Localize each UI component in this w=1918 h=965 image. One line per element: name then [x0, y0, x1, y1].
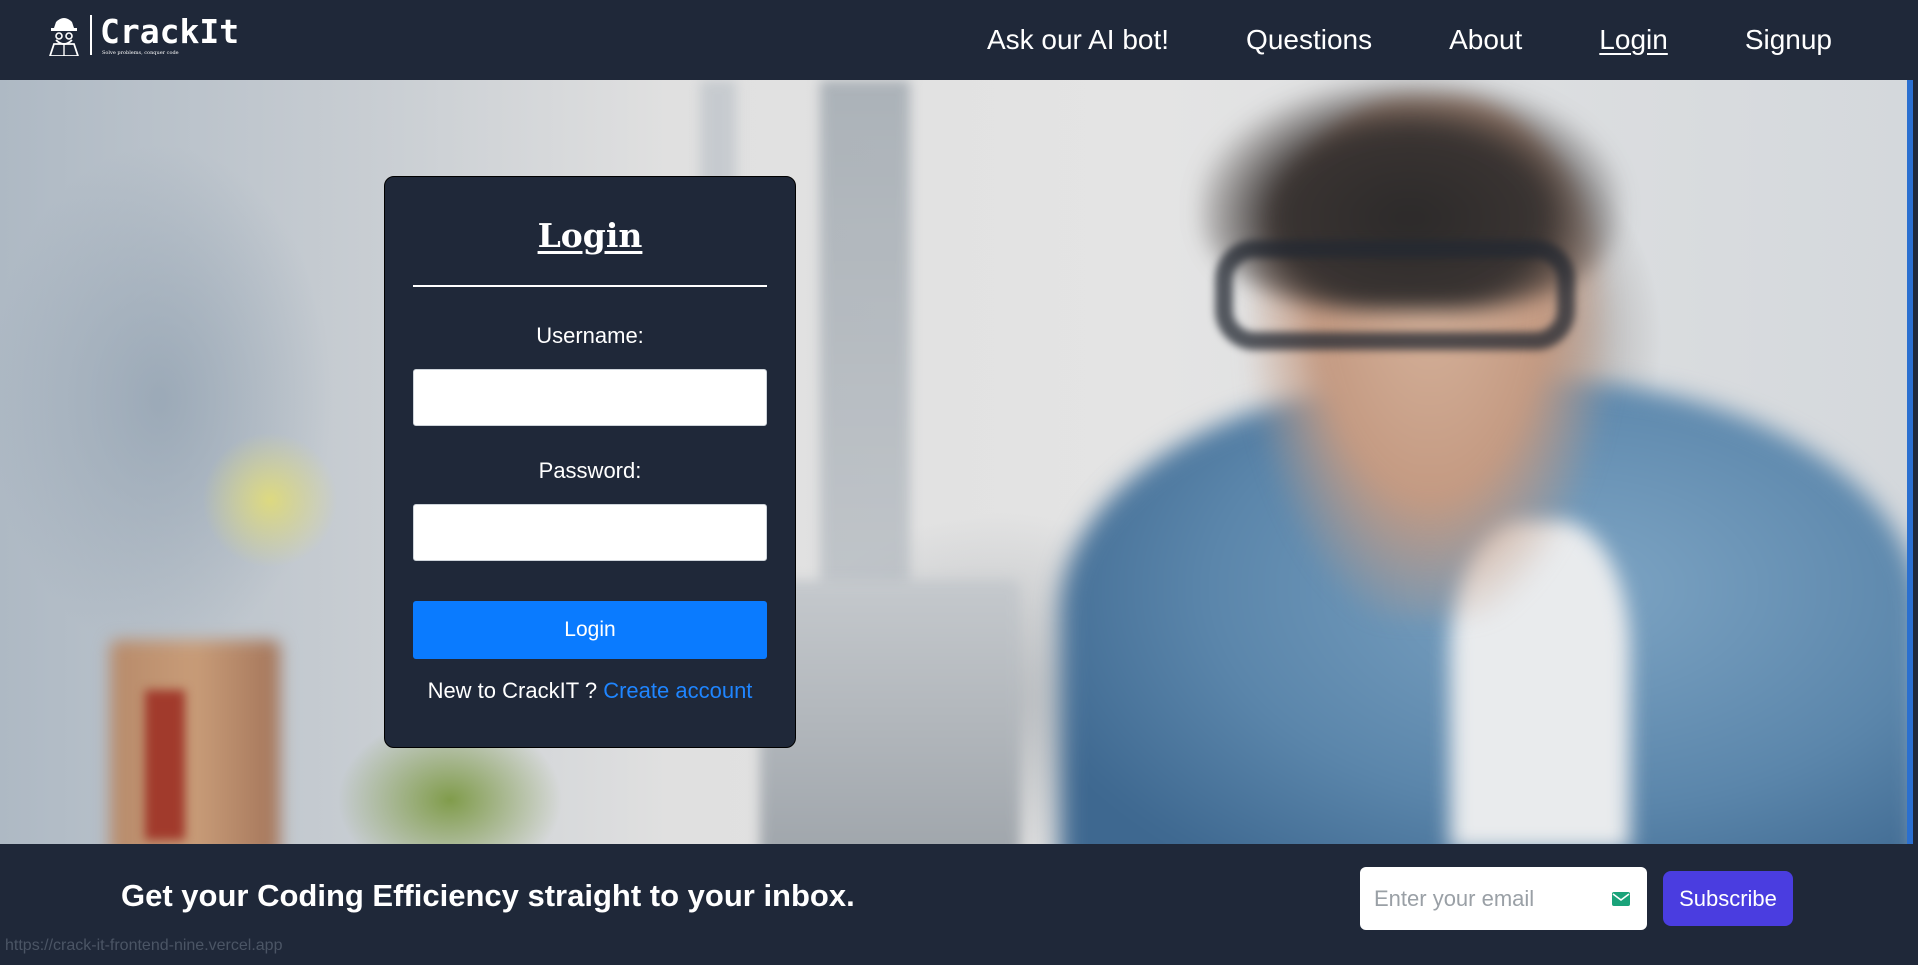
hero-bg-window-frame: [820, 80, 910, 640]
hero-bg-pencil: [145, 690, 185, 840]
nav-link-ai-bot[interactable]: Ask our AI bot!: [987, 24, 1169, 56]
nav-link-about[interactable]: About: [1449, 24, 1522, 56]
hacker-icon: [49, 18, 79, 56]
signup-prompt: New to CrackIT ? Create account: [413, 678, 767, 704]
create-account-link[interactable]: Create account: [603, 678, 752, 703]
hero-background: [0, 80, 1913, 844]
status-bar-url: https://crack-it-frontend-nine.vercel.ap…: [5, 937, 283, 954]
password-input[interactable]: [413, 504, 767, 561]
logo-divider: [90, 15, 92, 55]
email-field-wrapper: [1360, 867, 1647, 930]
login-form: Login Username: Password: Login New to C…: [384, 176, 796, 748]
nav-link-login[interactable]: Login: [1599, 24, 1668, 56]
newsletter-heading: Get your Coding Efficiency straight to y…: [121, 878, 855, 913]
newsletter-bar: Get your Coding Efficiency straight to y…: [0, 844, 1918, 965]
login-button[interactable]: Login: [413, 601, 767, 659]
subscribe-button[interactable]: Subscribe: [1663, 871, 1793, 926]
email-input[interactable]: [1360, 867, 1590, 930]
username-label: Username:: [536, 323, 644, 348]
nav-link-signup[interactable]: Signup: [1745, 24, 1832, 56]
logo-tagline: Solve problems, conquer code: [102, 49, 179, 56]
hero-bg-laptop: [760, 580, 1020, 844]
logo-text: CrackIt: [100, 11, 240, 51]
signup-prompt-text: New to CrackIT ?: [427, 678, 604, 703]
mail-icon: [1612, 892, 1630, 906]
password-label: Password:: [538, 458, 642, 483]
nav-links: Ask our AI bot! Questions About Login Si…: [987, 0, 1832, 80]
nav-link-questions[interactable]: Questions: [1246, 24, 1372, 56]
navbar: CrackIt Solve problems, conquer code Ask…: [0, 0, 1913, 80]
hero-bg-person-glasses: [1215, 240, 1575, 350]
username-input[interactable]: [413, 369, 767, 426]
logo[interactable]: CrackIt Solve problems, conquer code: [46, 14, 239, 56]
title-divider: [413, 285, 767, 287]
login-title: Login: [537, 216, 643, 255]
hero-bg-pencil-cup: [110, 640, 280, 844]
scrollbar-edge: [1907, 80, 1913, 844]
